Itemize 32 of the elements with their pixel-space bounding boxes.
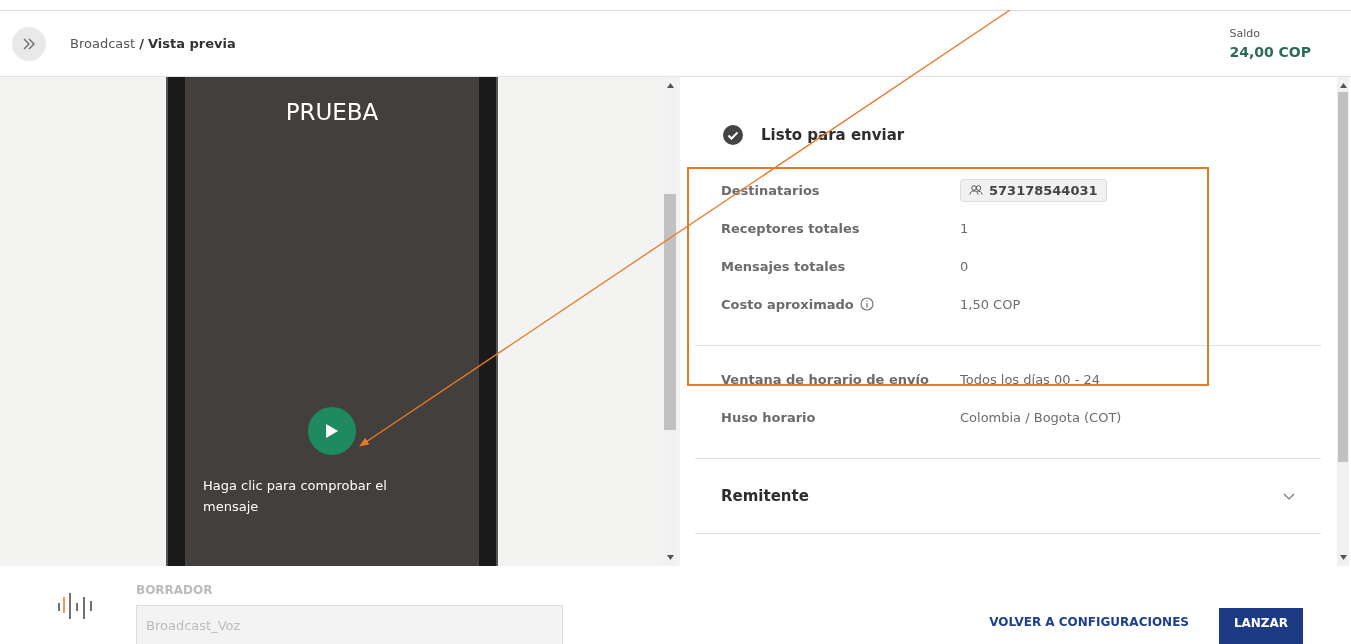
detail-label: Receptores totales — [721, 220, 860, 236]
launch-button[interactable]: LANZAR — [1219, 608, 1303, 644]
people-icon — [969, 185, 983, 195]
play-icon — [325, 423, 339, 439]
detail-value: Colombia / Bogota (COT) — [960, 409, 1123, 425]
balance-label: Saldo — [1229, 27, 1261, 40]
detail-value: 0 — [960, 258, 970, 274]
scroll-up-icon[interactable] — [666, 83, 674, 88]
detail-value: 1,50 COP — [960, 296, 1022, 312]
scroll-down-icon[interactable] — [666, 555, 674, 560]
back-to-settings-link[interactable]: VOLVER A CONFIGURACIONES — [989, 608, 1189, 644]
detail-label: Costo aproximado — [721, 296, 854, 312]
info-icon[interactable] — [859, 297, 874, 311]
preview-title: PRUEBA — [285, 99, 379, 125]
balance-value: 24,00 COP — [1229, 44, 1311, 60]
breadcrumb-separator: / — [139, 36, 144, 51]
draft-label: BORRADOR — [136, 583, 214, 597]
double-chevron-icon — [22, 37, 36, 50]
detail-label: Ventana de horario de envío — [721, 371, 929, 387]
breadcrumb-current: Vista previa — [147, 36, 236, 51]
breadcrumb-link[interactable]: Broadcast — [70, 36, 136, 51]
detail-label: Huso horario — [721, 409, 816, 425]
scroll-up-icon[interactable] — [1339, 83, 1347, 88]
detail-value: Todos los días 00 - 24 — [960, 371, 1102, 387]
play-button[interactable] — [308, 407, 356, 455]
recipient-number: 573178544031 — [989, 182, 1098, 198]
detail-label: Mensajes totales — [721, 258, 846, 274]
check-circle-icon — [723, 125, 743, 145]
detail-value: 1 — [960, 220, 970, 236]
scrollbar[interactable] — [1337, 77, 1349, 566]
preview-caption: Haga clic para comprobar el mensaje — [203, 477, 388, 516]
scroll-down-icon[interactable] — [1339, 555, 1347, 560]
